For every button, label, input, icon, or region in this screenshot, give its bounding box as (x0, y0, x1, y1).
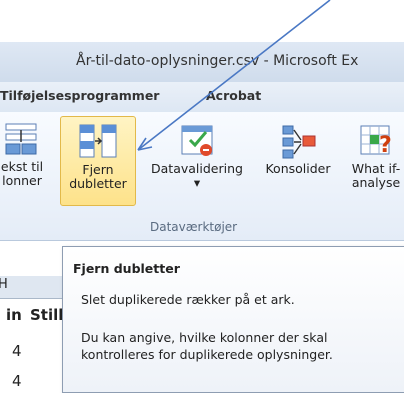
what-if-analysis-label-2: analyse (351, 175, 401, 190)
column-header-partial: H (0, 277, 8, 292)
tooltip-description: Slet duplikerede rækker på et ark. (81, 292, 295, 307)
remove-duplicates-button[interactable]: Fjern dubletter (60, 116, 136, 206)
remove-duplicates-tooltip: Fjern dubletter Slet duplikerede rækker … (62, 246, 404, 393)
consolidate-icon (282, 125, 316, 159)
svg-text:?: ? (379, 133, 392, 158)
data-validation-icon (181, 125, 213, 156)
group-label-data-tools: Dataværktøjer (150, 220, 238, 234)
data-validation-button[interactable]: Datavalidering ▾ (142, 120, 252, 204)
data-validation-dropdown-arrow[interactable]: ▾ (142, 176, 252, 190)
ribbon-tabs: Tilføjelsesprogrammer Acrobat (0, 82, 404, 113)
what-if-analysis-button[interactable]: ? What if- analyse (344, 120, 404, 204)
ribbon-data-tools-group: ekst til lonner Fjern dubletter Datavali… (0, 112, 404, 241)
data-validation-label: Datavalidering (151, 161, 243, 176)
consolidate-button[interactable]: Konsolider (256, 120, 340, 204)
remove-duplicates-label-2: dubletter (69, 176, 127, 191)
what-if-analysis-label-1: What if- (351, 161, 401, 176)
tab-addins[interactable]: Tilføjelsesprogrammer (0, 88, 159, 103)
cell-header-in[interactable]: in (6, 306, 22, 324)
tooltip-detail: Du kan angive, hvilke kolonner der skal … (81, 330, 333, 362)
window-title: År-til-dato-oplysninger.csv - Microsoft … (76, 53, 359, 69)
what-if-analysis-icon: ? (360, 125, 392, 158)
cell-header-still[interactable]: Still (30, 306, 63, 324)
tab-acrobat[interactable]: Acrobat (206, 88, 261, 103)
cell-value[interactable]: 4 (12, 342, 22, 360)
title-bar: År-til-dato-oplysninger.csv - Microsoft … (0, 42, 404, 83)
text-to-columns-label-2: lonner (2, 173, 42, 188)
text-to-columns-label-1: ekst til (0, 159, 44, 174)
text-to-columns-button[interactable]: ekst til lonner (0, 120, 48, 204)
text-to-columns-icon (5, 123, 37, 155)
consolidate-label: Konsolider (265, 161, 331, 176)
remove-duplicates-icon (79, 124, 117, 158)
cell-value[interactable]: 4 (12, 372, 22, 390)
remove-duplicates-label-1: Fjern (82, 162, 114, 177)
tooltip-title: Fjern dubletter (73, 261, 180, 276)
